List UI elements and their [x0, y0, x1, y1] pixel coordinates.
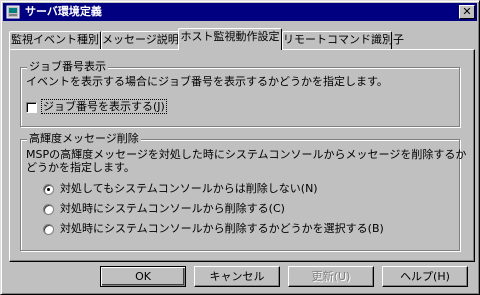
help-button[interactable]: ヘルプ(H): [382, 266, 468, 287]
update-button[interactable]: 更新(U): [288, 266, 374, 287]
tab-label: ホスト監視動作設定: [180, 30, 280, 43]
tab-label: 監視イベント種別: [11, 33, 99, 46]
dialog-window: サーバ環境定義 ✕ 監視イベント種別 メッセージ説明 ホスト監視動作設定 リモー…: [0, 0, 480, 295]
show-job-number-text: ジョブ番号を表示する(J): [41, 99, 167, 114]
tab-panel: ジョブ番号表示 イベントを表示する場合にジョブ番号を表示するかどうかを指定します…: [9, 49, 475, 262]
group-title: ジョブ番号表示: [27, 60, 108, 74]
group-description-line1: MSPの高輝度メッセージを対処した時にシステムコンソールからメッセージを削除する…: [26, 148, 467, 161]
job-number-group: ジョブ番号表示 イベントを表示する場合にジョブ番号を表示するかどうかを指定します…: [20, 60, 460, 127]
tab-monitor-event-type[interactable]: 監視イベント種別: [9, 31, 101, 49]
show-job-number-checkbox[interactable]: [26, 102, 37, 113]
tab-message-description[interactable]: メッセージ説明: [101, 31, 179, 49]
title-bar[interactable]: サーバ環境定義 ✕: [3, 3, 477, 21]
radio-do-not-delete[interactable]: [43, 184, 54, 195]
radio-do-not-delete-label[interactable]: 対処してもシステムコンソールからは削除しない(N): [60, 182, 318, 196]
tab-label: リモートコマンド識別子: [283, 33, 404, 46]
close-icon: ✕: [462, 5, 472, 18]
group-description: イベントを表示する場合にジョブ番号を表示するかどうかを指定します。: [26, 75, 388, 88]
group-description-line2: どうかを指定します。: [26, 161, 135, 174]
tab-label: メッセージ説明: [102, 33, 179, 46]
radio-delete-on-handle[interactable]: [43, 204, 54, 215]
radio-choose-delete-label[interactable]: 対処時にシステムコンソールから削除するかどうかを選択する(B): [60, 222, 384, 236]
ok-button[interactable]: OK: [100, 266, 186, 287]
app-icon: [6, 5, 20, 19]
tab-host-monitor-settings[interactable]: ホスト監視動作設定: [178, 28, 282, 50]
radio-delete-on-handle-label[interactable]: 対処時にシステムコンソールから削除する(C): [60, 202, 285, 216]
show-job-number-label[interactable]: ジョブ番号を表示する(J): [41, 99, 167, 114]
close-button[interactable]: ✕: [459, 5, 475, 19]
priority-delete-group: 高輝度メッセージ削除 MSPの高輝度メッセージを対処した時にシステムコンソールか…: [20, 132, 466, 251]
group-title: 高輝度メッセージ削除: [27, 132, 141, 146]
cancel-button[interactable]: キャンセル: [194, 266, 280, 287]
window-title: サーバ環境定義: [25, 5, 102, 18]
tab-strip: 監視イベント種別 メッセージ説明 ホスト監視動作設定 リモートコマンド識別子: [1, 28, 480, 50]
radio-selected-dot: [47, 188, 50, 191]
tab-remote-command-id[interactable]: リモートコマンド識別子: [282, 31, 404, 49]
radio-choose-delete[interactable]: [43, 224, 54, 235]
